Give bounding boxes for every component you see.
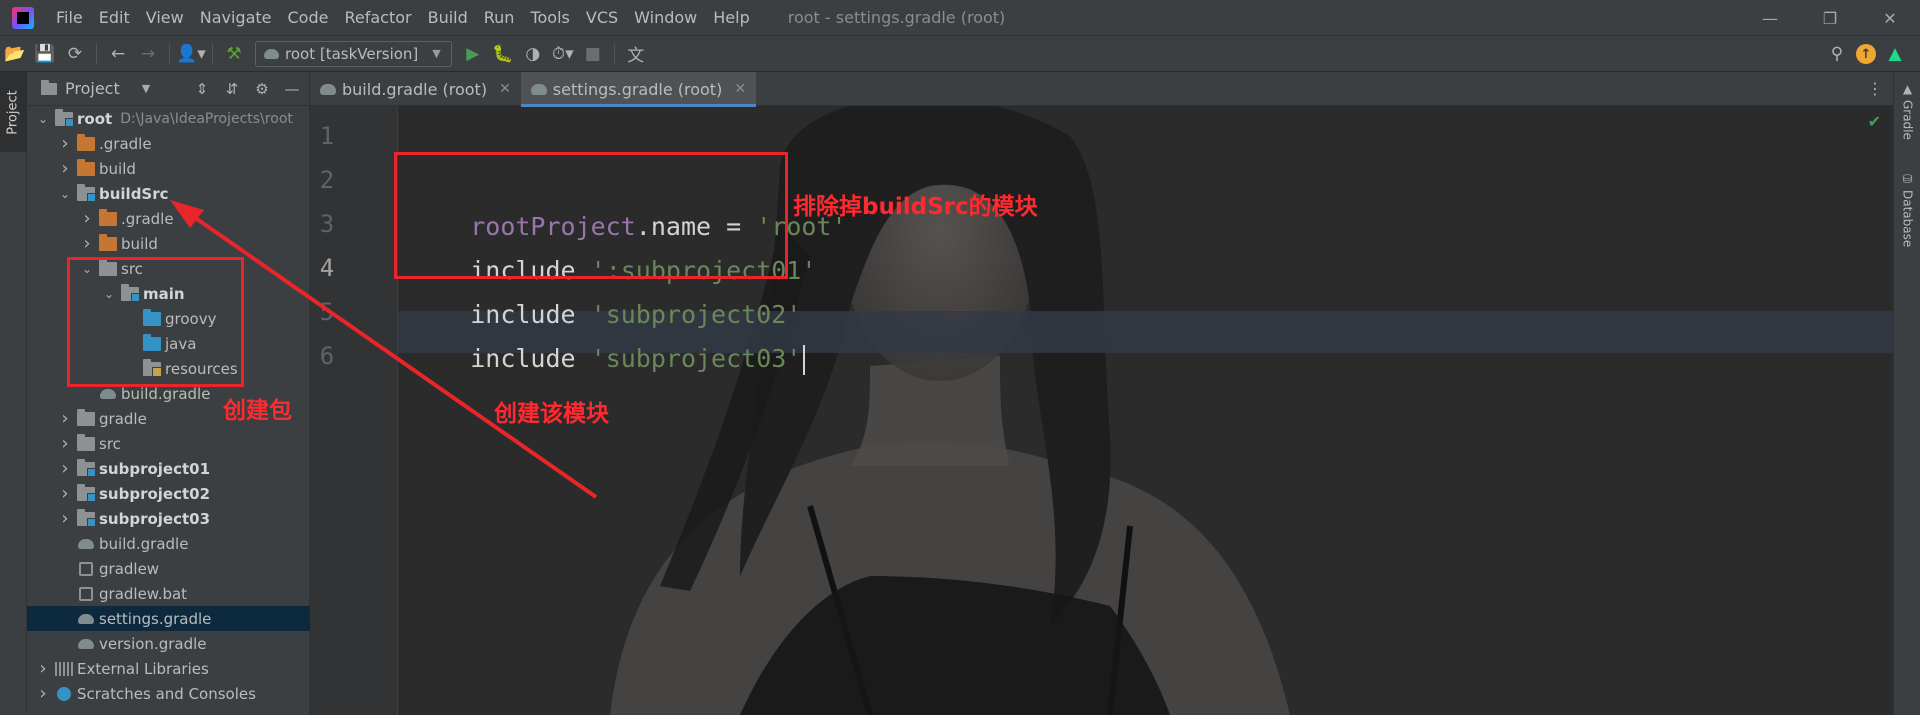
annotation-arrow xyxy=(170,200,598,499)
